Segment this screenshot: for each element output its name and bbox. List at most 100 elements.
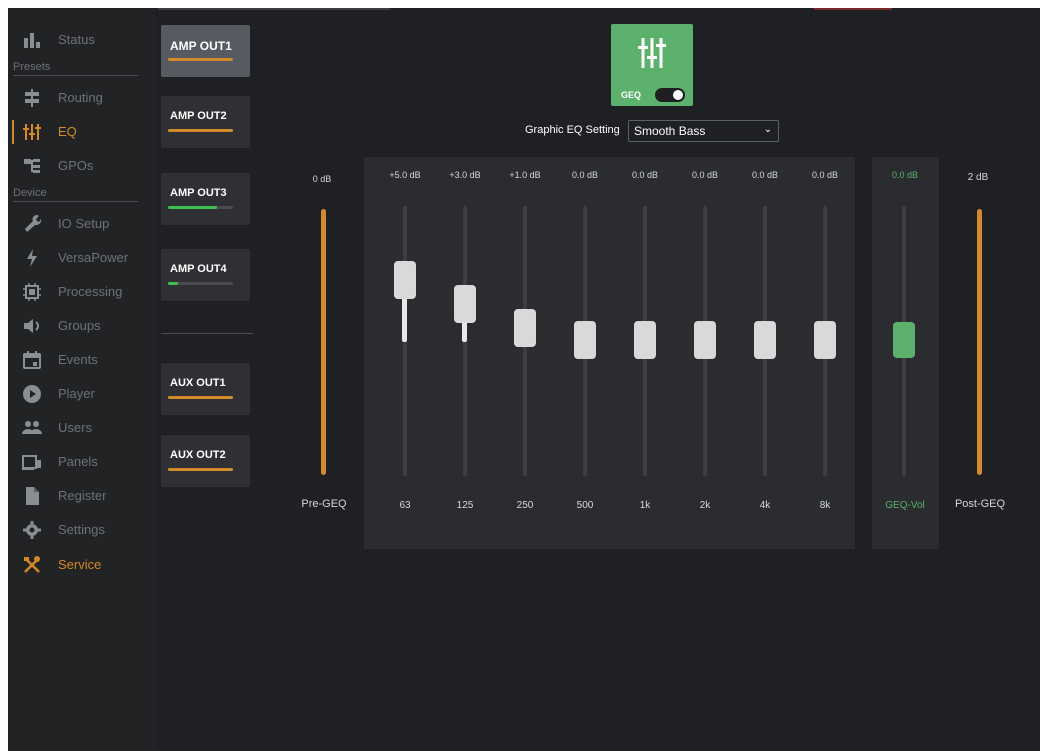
sidebar: Status Presets Routing EQ GPOs Device IO… [8, 8, 155, 751]
post-geq-meter [977, 209, 982, 475]
band-slider-thumb[interactable] [634, 321, 656, 359]
band-slider-thumb[interactable] [694, 321, 716, 359]
channel-meter [168, 58, 233, 61]
wrench-icon [25, 215, 42, 232]
band-gain-value: +1.0 dB [509, 170, 541, 180]
channel-amp-out4[interactable]: AMP OUT4 [161, 249, 250, 301]
sidebar-item-groups[interactable]: Groups [8, 312, 155, 340]
play-icon [23, 385, 41, 403]
sidebar-item-label: Events [58, 352, 98, 367]
sidebar-item-routing[interactable]: Routing [8, 84, 155, 112]
panels-icon [22, 455, 41, 470]
sidebar-item-settings[interactable]: Settings [8, 516, 155, 544]
sidebar-item-label: Groups [58, 318, 101, 333]
section-header-device: Device [13, 187, 47, 199]
channel-aux-out1[interactable]: AUX OUT1 [161, 363, 250, 415]
band-slider-thumb[interactable] [574, 321, 596, 359]
sidebar-item-eq[interactable]: EQ [8, 118, 155, 146]
band-slider-thumb[interactable] [454, 285, 476, 323]
post-geq-label: Post-GEQ [954, 498, 1006, 510]
tools-icon [24, 556, 40, 573]
band-slider-thumb[interactable] [754, 321, 776, 359]
channel-meter [168, 468, 233, 471]
top-alert-strip [814, 8, 892, 10]
sidebar-item-panels[interactable]: Panels [8, 448, 155, 476]
band-frequency-label: 2k [699, 500, 711, 511]
band-slider-thumb[interactable] [394, 261, 416, 299]
band-frequency-label: 8k [819, 500, 831, 511]
channel-meter-fill [168, 468, 233, 471]
channel-meter-fill [168, 396, 233, 399]
channel-meter-fill [168, 206, 217, 209]
sidebar-item-status[interactable]: Status [8, 26, 155, 54]
document-icon [26, 487, 39, 505]
chip-icon [23, 283, 41, 301]
pre-geq-value: 0 dB [312, 174, 332, 184]
channel-meter [168, 206, 233, 209]
sidebar-item-label: Status [58, 32, 95, 47]
channel-label: AUX OUT2 [170, 449, 226, 461]
active-indicator [12, 120, 14, 144]
gear-icon [23, 521, 41, 539]
channel-meter-fill [168, 58, 233, 61]
app-window: Status Presets Routing EQ GPOs Device IO… [8, 8, 1040, 751]
sidebar-item-events[interactable]: Events [8, 346, 155, 374]
sidebar-item-label: Service [58, 557, 102, 572]
channel-label: AUX OUT1 [170, 377, 226, 389]
channel-amp-out3[interactable]: AMP OUT3 [161, 173, 250, 225]
band-gain-value: 0.0 dB [571, 170, 599, 180]
channel-meter [168, 282, 233, 285]
channel-meter [168, 129, 233, 132]
channel-aux-out2[interactable]: AUX OUT2 [161, 435, 250, 487]
band-gain-value: +5.0 dB [389, 170, 421, 180]
geq-toggle-label: GEQ [621, 90, 642, 100]
band-slider-thumb[interactable] [514, 309, 536, 347]
sidebar-item-service[interactable]: Service [8, 551, 155, 579]
band-gain-value: 0.0 dB [751, 170, 779, 180]
band-frequency-label: 63 [399, 500, 411, 511]
band-gain-value: 0.0 dB [691, 170, 719, 180]
sidebar-item-label: Register [58, 488, 107, 503]
lightning-icon [27, 249, 37, 267]
channel-list: AMP OUT1 AMP OUT2 AMP OUT3 AMP OUT4 AUX … [158, 8, 258, 751]
band-gain-value: 0.0 dB [631, 170, 659, 180]
preset-select[interactable]: Smooth Bass ⌄ [628, 120, 779, 142]
preset-value: Smooth Bass [634, 124, 706, 138]
eq-bands-panel [364, 157, 855, 549]
channel-divider [161, 333, 253, 334]
sidebar-item-label: Player [58, 386, 95, 401]
sidebar-item-player[interactable]: Player [8, 380, 155, 408]
sidebar-item-label: Users [58, 420, 92, 435]
switch-knob [673, 90, 683, 100]
sidebar-item-label: EQ [58, 124, 77, 139]
channel-amp-out1[interactable]: AMP OUT1 [161, 25, 250, 77]
routing-icon [25, 89, 39, 107]
sidebar-item-label: IO Setup [58, 216, 110, 231]
sidebar-item-gpos[interactable]: GPOs [8, 152, 155, 180]
equalizer-icon [23, 124, 41, 140]
chevron-down-icon: ⌄ [763, 124, 772, 135]
band-slider-thumb[interactable] [814, 321, 836, 359]
preset-label: Graphic EQ Setting [525, 124, 620, 136]
sidebar-item-register[interactable]: Register [8, 482, 155, 510]
channel-meter [168, 396, 233, 399]
geq-vol-slider-thumb[interactable] [893, 322, 915, 358]
channel-label: AMP OUT1 [170, 39, 232, 53]
geq-switch[interactable] [655, 88, 685, 102]
sidebar-item-io-setup[interactable]: IO Setup [8, 210, 155, 238]
band-frequency-label: 500 [576, 500, 594, 511]
sidebar-item-processing[interactable]: Processing [8, 278, 155, 306]
sidebar-item-users[interactable]: Users [8, 414, 155, 442]
speaker-icon [24, 319, 39, 333]
mixer-icon [638, 38, 666, 68]
sidebar-item-label: Panels [58, 454, 98, 469]
sidebar-item-versapower[interactable]: VersaPower [8, 244, 155, 272]
pre-geq-meter [321, 209, 326, 475]
section-divider [13, 201, 138, 202]
channel-amp-out2[interactable]: AMP OUT2 [161, 96, 250, 148]
sidebar-item-label: VersaPower [58, 250, 129, 265]
geq-toggle-button[interactable]: GEQ [611, 24, 693, 106]
sidebar-item-label: Settings [58, 522, 105, 537]
channel-meter-fill [168, 282, 178, 285]
channel-label: AMP OUT3 [170, 187, 227, 199]
